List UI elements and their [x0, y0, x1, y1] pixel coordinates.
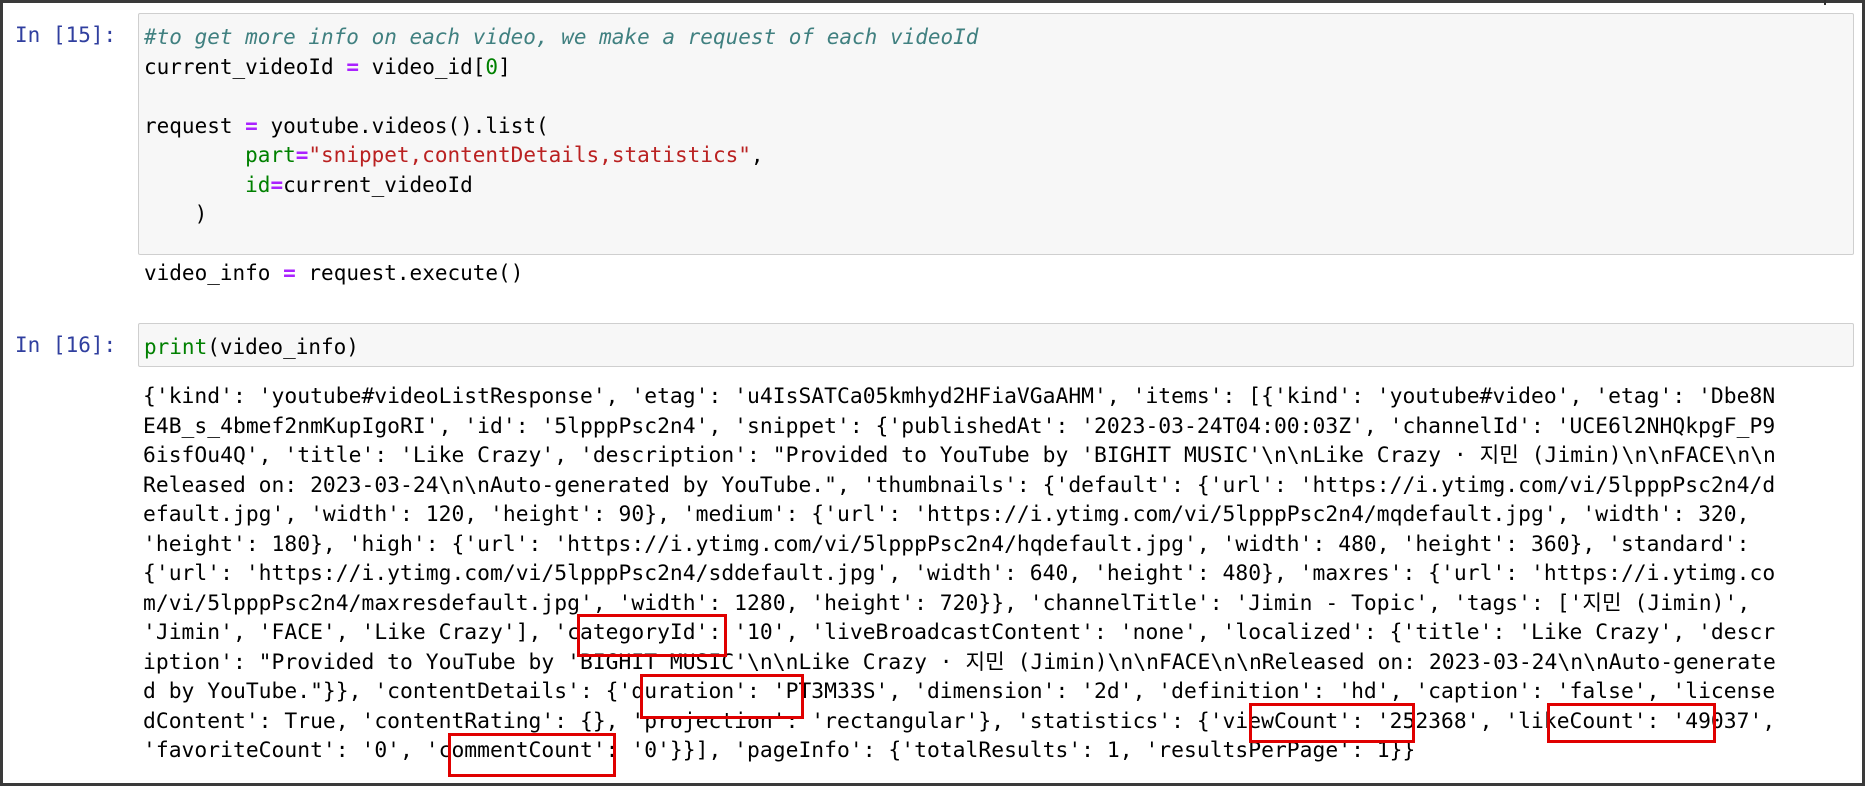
code-comment: #to get more info on each video, we make…	[144, 25, 979, 49]
notebook-frame: In [15]: #to get more info on each video…	[0, 0, 1865, 786]
scroll-tick	[1824, 0, 1826, 5]
code-editor[interactable]: print(video_info)	[139, 324, 1853, 363]
output-line: 'Jimin', 'FACE', 'Like Crazy'], 'categor…	[143, 620, 1776, 645]
output-line: {'kind': 'youtube#videoListResponse', 'e…	[143, 384, 1776, 409]
input-prompt: In [15]:	[15, 23, 117, 47]
output-line: 'height': 180}, 'high': {'url': 'https:/…	[143, 531, 1750, 557]
output-line: dContent': True, 'contentRating': {}, 'p…	[143, 708, 1776, 734]
output-line: iption': "Provided to YouTube by 'BIGHIT…	[143, 649, 1776, 675]
output-line: {'url': 'https://i.ytimg.com/vi/5lpppPsc…	[143, 561, 1776, 586]
highlight-commentCount	[448, 733, 616, 777]
highlight-categoryId	[577, 614, 727, 657]
output-line: 6isfOu4Q', 'title': 'Like Crazy', 'descr…	[143, 443, 1776, 468]
code-function: print	[144, 335, 208, 359]
output-line: m/vi/5lpppPsc2n4/maxresdefault.jpg', 'wi…	[143, 590, 1751, 616]
code-editor[interactable]: #to get more info on each video, we make…	[139, 14, 1853, 289]
output-line: E4B_s_4bmef2nmKupIgoRI', 'id': '5lpppPsc…	[143, 413, 1776, 439]
highlight-likeCount	[1547, 703, 1716, 743]
highlight-duration	[640, 674, 804, 719]
output-line: Released on: 2023-03-24\n\nAuto-generate…	[143, 472, 1776, 498]
cell-output: {'kind': 'youtube#videoListResponse', 'e…	[143, 382, 1776, 766]
code-input-area[interactable]: print(video_info)	[138, 323, 1854, 367]
code-input-area[interactable]: #to get more info on each video, we make…	[138, 13, 1854, 285]
highlight-viewCount	[1249, 703, 1415, 743]
output-line: 'favoriteCount': '0', 'commentCount': '0…	[143, 738, 1416, 763]
input-prompt: In [16]:	[15, 333, 117, 357]
output-line: efault.jpg', 'width': 120, 'height': 90}…	[143, 502, 1750, 527]
code-var: current_videoId	[144, 54, 334, 79]
output-line: d by YouTube."}}, 'contentDetails': {'du…	[143, 679, 1776, 704]
